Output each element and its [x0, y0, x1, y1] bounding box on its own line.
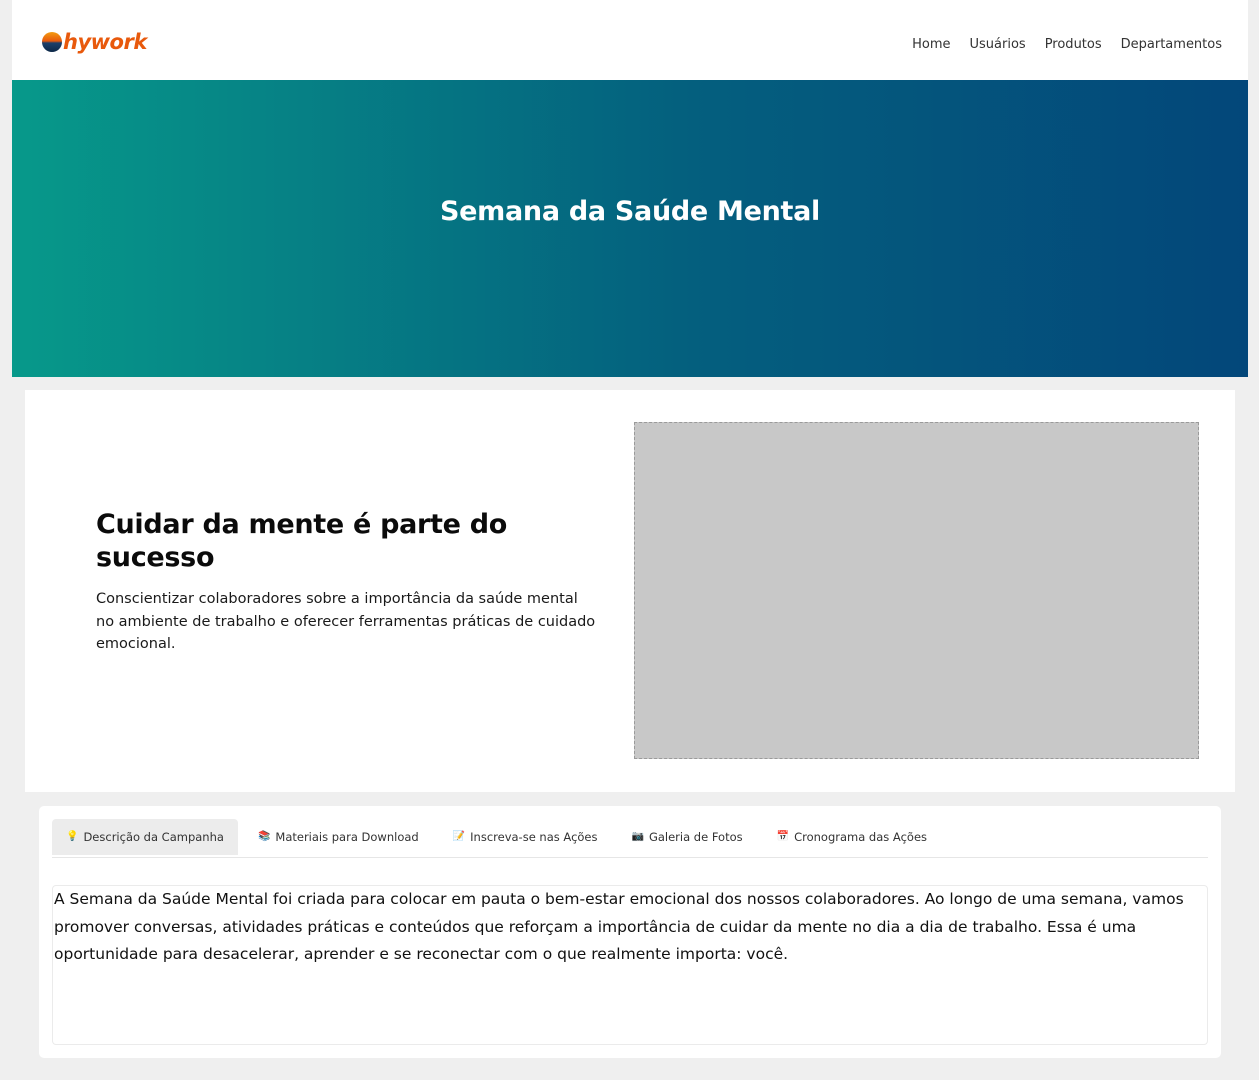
tab-content: A Semana da Saúde Mental foi criada para… [52, 885, 1208, 1045]
memo-icon: 📝 [452, 831, 466, 842]
calendar-icon: 📅 [776, 831, 790, 842]
intro-text-block: Cuidar da mente é parte do sucesso Consc… [96, 508, 596, 656]
lightbulb-icon: 💡 [66, 831, 79, 842]
nav-link-usuarios[interactable]: Usuários [970, 37, 1026, 52]
tab-label: Descrição da Campanha [83, 830, 224, 844]
intro-heading: Cuidar da mente é parte do sucesso [96, 509, 508, 573]
tab-label: Materiais para Download [275, 830, 419, 844]
nav-link-home[interactable]: Home [912, 37, 950, 52]
logo-mark-icon [42, 32, 62, 52]
logo-text: hywork [63, 30, 147, 54]
tabs-panel: 💡 Descrição da Campanha 📚 Materiais para… [39, 806, 1221, 1058]
campaign-description: A Semana da Saúde Mental foi criada para… [54, 890, 1184, 963]
tab-materiais[interactable]: 📚 Materiais para Download [244, 819, 433, 855]
top-header: hywork Home Usuários Produtos Departamen… [12, 0, 1248, 80]
tab-label: Cronograma das Ações [794, 830, 928, 844]
tab-galeria[interactable]: 📷 Galeria de Fotos [618, 819, 757, 855]
books-icon: 📚 [257, 831, 271, 842]
tab-bar: 💡 Descrição da Campanha 📚 Materiais para… [52, 819, 1208, 858]
camera-icon: 📷 [631, 831, 644, 842]
tab-cronograma[interactable]: 📅 Cronograma das Ações [763, 819, 941, 855]
nav-link-produtos[interactable]: Produtos [1045, 37, 1102, 52]
campaign-photo [634, 422, 1199, 759]
hero-banner: Semana da Saúde Mental [12, 80, 1248, 377]
intro-card: Cuidar da mente é parte do sucesso Consc… [25, 390, 1235, 792]
tab-descricao[interactable]: 💡 Descrição da Campanha [52, 819, 238, 855]
tab-label: Galeria de Fotos [648, 830, 743, 844]
tab-label: Inscreva-se nas Ações [470, 830, 598, 844]
intro-description: Conscientizar colaboradores sobre a impo… [96, 591, 596, 652]
nav-link-departamentos[interactable]: Departamentos [1121, 37, 1222, 52]
main-nav: Home Usuários Produtos Departamentos [912, 37, 1222, 52]
tab-inscreva-se[interactable]: 📝 Inscreva-se nas Ações [439, 819, 612, 855]
hero-title: Semana da Saúde Mental [439, 196, 820, 227]
hywork-logo[interactable]: hywork [42, 30, 147, 54]
